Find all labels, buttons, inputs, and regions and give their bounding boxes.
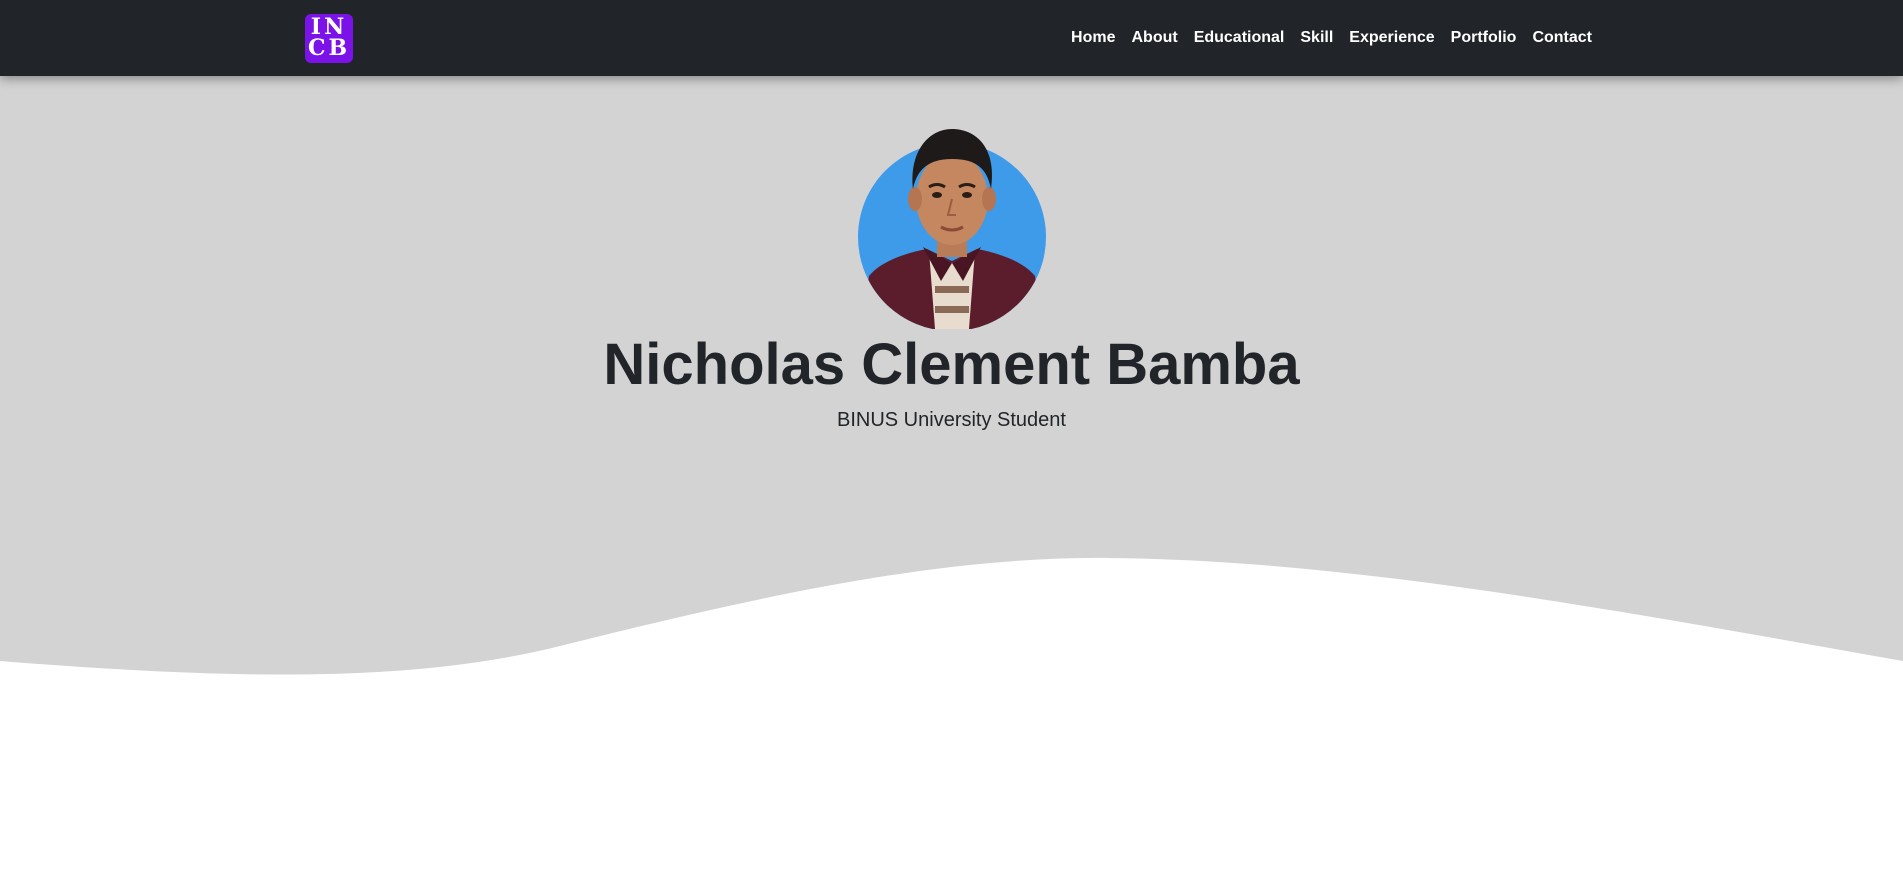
hero-subtitle: BINUS University Student xyxy=(837,409,1066,431)
nav-link-home[interactable]: Home xyxy=(1071,29,1115,46)
navbar: IN CB Home About Educational Skill Exper… xyxy=(0,0,1903,76)
hero-section: Nicholas Clement Bamba BINUS University … xyxy=(0,76,1903,873)
brand-logo-line2: CB xyxy=(307,35,351,61)
nav-link-experience[interactable]: Experience xyxy=(1349,29,1434,46)
nav-links: Home About Educational Skill Experience … xyxy=(1071,0,1592,76)
nav-link-contact[interactable]: Contact xyxy=(1532,29,1592,46)
brand-logo[interactable]: IN CB xyxy=(305,14,353,63)
nav-link-educational[interactable]: Educational xyxy=(1194,29,1285,46)
hero-name: Nicholas Clement Bamba xyxy=(603,332,1300,397)
profile-avatar xyxy=(858,129,1046,329)
nav-link-about[interactable]: About xyxy=(1131,29,1177,46)
nav-link-portfolio[interactable]: Portfolio xyxy=(1451,29,1517,46)
nav-link-skill[interactable]: Skill xyxy=(1300,29,1333,46)
